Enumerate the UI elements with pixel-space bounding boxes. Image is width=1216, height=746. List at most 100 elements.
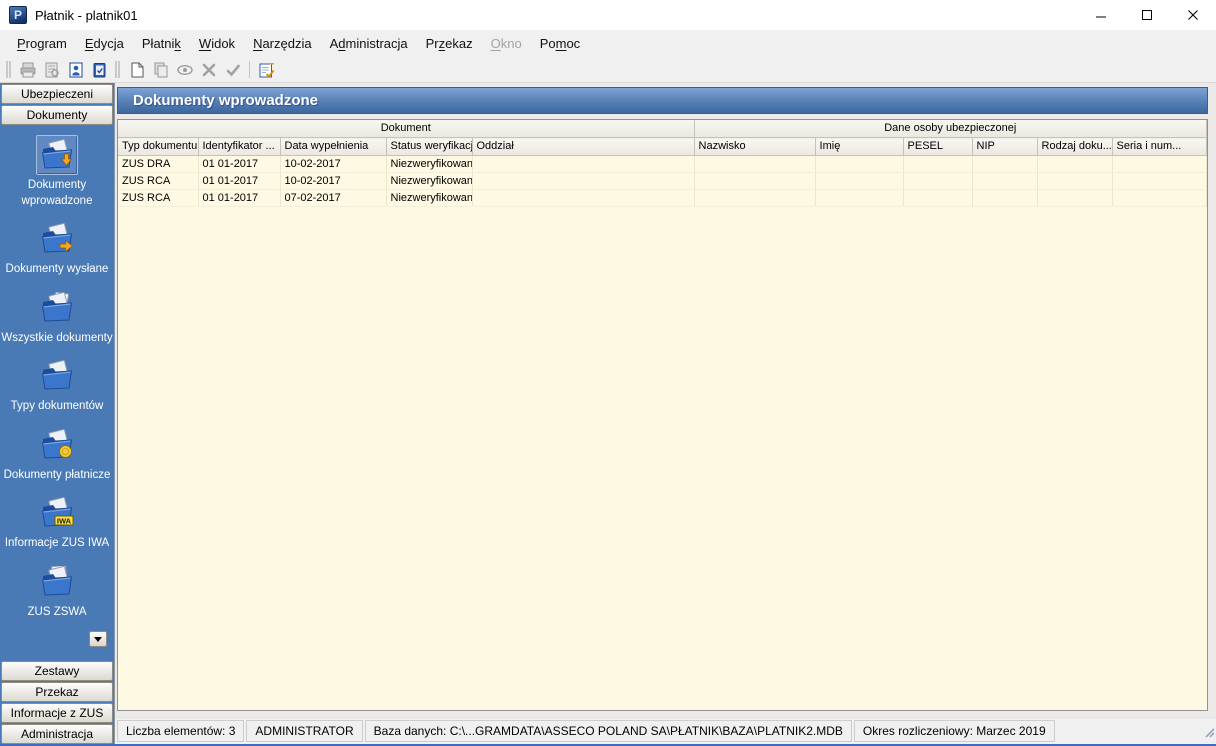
sidebar-item-dokumenty-wyslane[interactable]: Dokumenty wysłane	[0, 219, 114, 278]
sidebar-tab-ubezpieczeni[interactable]: Ubezpieczeni	[1, 84, 113, 104]
toolbar-separator	[249, 61, 250, 78]
sidebar-item-label: ZUS ZSWA	[27, 605, 87, 618]
menu-item-administracja[interactable]: Administracja	[321, 32, 417, 55]
cell-imie	[815, 155, 904, 173]
toolbar-grip[interactable]	[115, 61, 117, 78]
sidebar-tab-dokumenty[interactable]: Dokumenty	[1, 105, 113, 125]
table-group-header-row: Dokument Dane osoby ubezpieczonej	[118, 120, 1207, 138]
cell-seria	[1112, 172, 1207, 190]
folder-incoming-icon	[40, 139, 74, 171]
group-header-dane-osoby: Dane osoby ubezpieczonej	[694, 120, 1207, 138]
status-bar: Liczba elementów: 3 ADMINISTRATOR Baza d…	[115, 717, 1216, 744]
sidebar-item-label: Dokumenty wprowadzone	[21, 179, 93, 207]
sidebar-item-zus-zswa[interactable]: ZUS ZSWA	[0, 562, 114, 621]
minimize-icon	[1096, 16, 1106, 18]
menu-item-edycja[interactable]: Edycja	[76, 32, 133, 55]
table-column-header-row: Typ dokumentu Identyfikator ... Data wyp…	[118, 137, 1207, 156]
column-header-seria-i-numer[interactable]: Seria i num...	[1112, 137, 1207, 156]
cell-seria	[1112, 155, 1207, 173]
column-header-data-wypelnienia[interactable]: Data wypełnienia	[280, 137, 387, 156]
menu-item-narzedzia[interactable]: Narzędzia	[244, 32, 321, 55]
new-document-button[interactable]	[125, 59, 149, 81]
sidebar: Ubezpieczeni Dokumenty Dokumenty wprowad…	[0, 83, 115, 744]
column-header-oddzial[interactable]: Oddział	[472, 137, 695, 156]
documents-table: Dokument Dane osoby ubezpieczonej Typ do…	[118, 120, 1207, 207]
cell-rodzaj	[1037, 189, 1113, 207]
insured-register-button[interactable]	[88, 59, 112, 81]
menu-item-widok[interactable]: Widok	[190, 32, 244, 55]
cell-status: Niezweryfikowany	[386, 172, 473, 190]
toolbar-grip[interactable]	[6, 61, 8, 78]
sidebar-scroll-down-button[interactable]	[89, 631, 107, 647]
menu-bar: Program Edycja Płatnik Widok Narzędzia A…	[0, 30, 1216, 57]
print-button	[16, 59, 40, 81]
cell-pesel	[903, 172, 973, 190]
list-empty-area	[118, 207, 1207, 710]
cell-data-wypelnienia: 07-02-2017	[280, 189, 387, 207]
create-set-icon	[259, 62, 274, 78]
folder-zswa-icon	[40, 565, 74, 598]
status-item-count: Liczba elementów: 3	[117, 720, 245, 742]
column-header-nip[interactable]: NIP	[972, 137, 1038, 156]
cell-identyfikator: 01 01-2017	[198, 155, 281, 173]
status-database: Baza danych: C:\...GRAMDATA\ASSECO POLAN…	[364, 720, 852, 742]
column-header-identyfikator[interactable]: Identyfikator ...	[198, 137, 281, 156]
table-row[interactable]: ZUS RCA 01 01-2017 07-02-2017 Niezweryfi…	[118, 189, 1207, 207]
status-user: ADMINISTRATOR	[246, 720, 363, 742]
resize-grip[interactable]	[1201, 724, 1215, 743]
cell-data-wypelnienia: 10-02-2017	[280, 155, 387, 173]
menu-item-przekaz[interactable]: Przekaz	[417, 32, 482, 55]
documents-list: Dokument Dane osoby ubezpieczonej Typ do…	[117, 119, 1208, 711]
toolbar	[0, 57, 1216, 83]
sidebar-tab-zestawy[interactable]: Zestawy	[1, 661, 113, 681]
menu-item-program[interactable]: Program	[8, 32, 76, 55]
column-header-rodzaj-dokumentu[interactable]: Rodzaj doku...	[1037, 137, 1113, 156]
sidebar-item-label: Typy dokumentów	[10, 400, 104, 413]
column-header-nazwisko[interactable]: Nazwisko	[694, 137, 816, 156]
maximize-icon	[1142, 10, 1152, 20]
sidebar-item-dokumenty-platnicze[interactable]: Dokumenty płatnicze	[0, 425, 114, 484]
menu-item-platnik[interactable]: Płatnik	[133, 32, 190, 55]
sidebar-item-label: Wszystkie dokumenty	[1, 331, 113, 344]
menu-item-pomoc[interactable]: Pomoc	[531, 32, 589, 55]
sidebar-item-wszystkie-dokumenty[interactable]: Wszystkie dokumenty	[0, 288, 114, 347]
sidebar-item-dokumenty-wprowadzone[interactable]: Dokumenty wprowadzone	[0, 135, 114, 209]
main-pane: Dokumenty wprowadzone Dokument Dane osob…	[115, 83, 1216, 717]
group-header-dokument: Dokument	[118, 120, 695, 138]
sidebar-item-label: Informacje ZUS IWA	[4, 537, 110, 550]
copy-document-button	[149, 59, 173, 81]
column-header-typ-dokumentu[interactable]: Typ dokumentu	[118, 137, 199, 156]
cell-oddzial	[472, 189, 695, 207]
insured-register-icon	[93, 62, 106, 77]
sidebar-tab-administracja[interactable]: Administracja	[1, 724, 113, 744]
view-document-button	[173, 59, 197, 81]
column-header-pesel[interactable]: PESEL	[903, 137, 973, 156]
sidebar-item-typy-dokumentow[interactable]: Typy dokumentów	[0, 356, 114, 415]
pane-title: Dokumenty wprowadzone	[117, 87, 1208, 114]
cell-typ: ZUS RCA	[118, 172, 199, 190]
window-title: Płatnik - platnik01	[35, 7, 138, 23]
sidebar-item-informacje-zus-iwa[interactable]: IWA Informacje ZUS IWA	[0, 493, 114, 552]
table-row[interactable]: ZUS DRA 01 01-2017 10-02-2017 Niezweryfi…	[118, 155, 1207, 173]
table-row[interactable]: ZUS RCA 01 01-2017 10-02-2017 Niezweryfi…	[118, 172, 1207, 190]
folder-iwa-icon: IWA	[40, 497, 74, 529]
status-settlement-period: Okres rozliczeniowy: Marzec 2019	[853, 720, 1055, 742]
cell-nazwisko	[694, 189, 816, 207]
print-preview-button	[40, 59, 64, 81]
column-header-status-weryfikacji[interactable]: Status weryfikacji	[386, 137, 473, 156]
sidebar-tab-informacje-z-zus[interactable]: Informacje z ZUS	[1, 703, 113, 723]
minimize-button[interactable]	[1078, 0, 1124, 30]
close-button[interactable]	[1170, 0, 1216, 30]
create-set-button[interactable]	[254, 59, 278, 81]
cell-nip	[972, 155, 1038, 173]
cell-typ: ZUS DRA	[118, 155, 199, 173]
column-header-imie[interactable]: Imię	[815, 137, 904, 156]
maximize-button[interactable]	[1124, 0, 1170, 30]
delete-document-button	[197, 59, 221, 81]
cell-imie	[815, 189, 904, 207]
cell-nip	[972, 172, 1038, 190]
menu-item-okno: Okno	[490, 36, 522, 51]
sidebar-tab-przekaz[interactable]: Przekaz	[1, 682, 113, 702]
delete-document-icon	[202, 63, 216, 76]
payers-register-button[interactable]	[64, 59, 88, 81]
